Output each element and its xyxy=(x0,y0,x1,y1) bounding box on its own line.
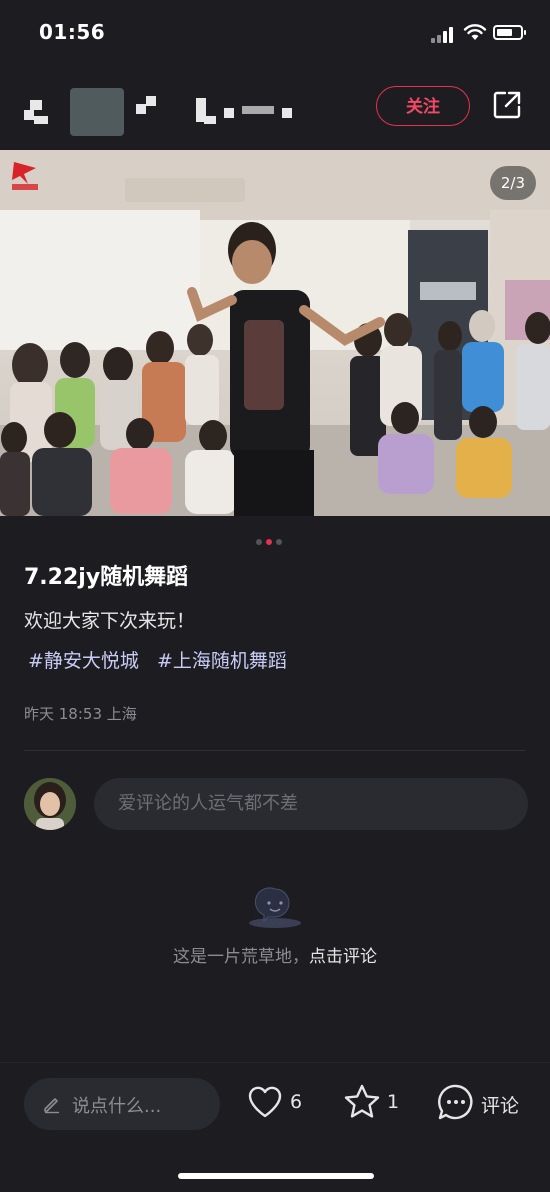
star-icon xyxy=(344,1084,380,1118)
follow-button[interactable]: 关注 xyxy=(376,86,470,126)
say-something-input[interactable]: 说点什么... xyxy=(24,1078,220,1130)
dance-photo xyxy=(0,150,550,516)
tag-link[interactable]: #静安大悦城 xyxy=(28,650,139,672)
comment-icon xyxy=(438,1084,473,1120)
pagination-dot-active xyxy=(266,539,272,545)
pagination-dot xyxy=(276,539,282,545)
empty-comment-icon xyxy=(249,887,301,928)
heart-icon xyxy=(248,1086,282,1118)
tag-link[interactable]: #上海随机舞蹈 xyxy=(157,650,287,672)
comment-button[interactable]: 评论 xyxy=(437,1083,527,1123)
author-info-blurred[interactable] xyxy=(24,88,304,136)
post-tags: #静安大悦城 #上海随机舞蹈 xyxy=(28,646,299,673)
home-indicator[interactable] xyxy=(178,1173,374,1179)
status-time: 01:56 xyxy=(39,20,106,44)
empty-comments-text: 这是一片荒草地，点击评论 xyxy=(0,942,550,967)
collect-button[interactable]: 1 xyxy=(343,1083,403,1123)
comment-label: 评论 xyxy=(481,1095,520,1117)
post-description: 欢迎大家下次来玩！ xyxy=(24,610,196,632)
collect-count: 1 xyxy=(387,1091,400,1113)
signal-icon xyxy=(431,25,459,43)
like-count: 6 xyxy=(290,1091,303,1113)
wifi-icon xyxy=(463,24,487,40)
battery-icon xyxy=(493,25,526,40)
image-counter: 2/3 xyxy=(489,166,536,200)
empty-text: 这是一片荒草地， xyxy=(173,947,309,967)
mall-logo-icon xyxy=(12,162,38,190)
share-icon[interactable] xyxy=(491,89,523,121)
pagination-dot xyxy=(256,539,262,545)
pencil-icon xyxy=(44,1098,59,1114)
post-image[interactable]: 2/3 xyxy=(0,150,550,516)
like-button[interactable]: 6 xyxy=(246,1083,306,1123)
post-title: 7.22jy随机舞蹈 xyxy=(24,565,189,590)
post-meta: 昨天 18:53 上海 xyxy=(24,705,137,723)
say-placeholder: 说点什么... xyxy=(72,1096,162,1117)
empty-comment-link[interactable]: 点击评论 xyxy=(309,947,377,967)
avatar[interactable] xyxy=(24,778,76,830)
status-bar: 01:56 xyxy=(0,0,550,66)
image-pagination xyxy=(256,530,286,545)
divider xyxy=(24,750,526,751)
comment-input[interactable]: 爱评论的人运气都不差 xyxy=(94,778,528,830)
